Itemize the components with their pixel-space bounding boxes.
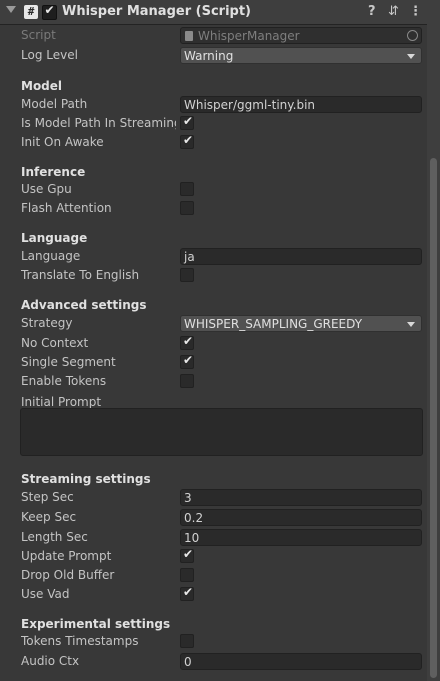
script-file-icon: [185, 31, 193, 41]
model-path-input[interactable]: Whisper/ggml-tiny.bin: [180, 96, 422, 113]
log-level-value: Warning: [184, 49, 234, 63]
script-icon: #: [24, 5, 38, 19]
experimental-heading: Experimental settings: [21, 617, 171, 631]
single-segment-row: Single Segment ✔: [0, 353, 422, 372]
log-level-row: Log Level Warning: [0, 47, 422, 65]
vertical-scrollbar[interactable]: [427, 24, 440, 681]
dropdown-arrow-icon: [407, 322, 415, 327]
update-prompt-label: Update Prompt: [21, 549, 112, 563]
foldout-arrow-icon[interactable]: [6, 6, 16, 13]
no-context-label: No Context: [21, 336, 89, 350]
flash-attention-row: Flash Attention: [0, 200, 422, 218]
model-path-label: Model Path: [21, 97, 88, 111]
init-on-awake-checkbox[interactable]: ✔: [180, 133, 194, 149]
use-gpu-row: Use Gpu: [0, 181, 422, 199]
checkmark-icon: ✔: [44, 3, 55, 17]
length-sec-label: Length Sec: [21, 530, 88, 544]
enable-tokens-checkbox[interactable]: [180, 374, 194, 388]
scrollbar-thumb[interactable]: [430, 158, 437, 678]
streaming-assets-checkbox[interactable]: ✔: [180, 114, 194, 130]
script-label: Script: [21, 28, 56, 42]
length-sec-input[interactable]: 10: [180, 529, 422, 546]
streaming-heading: Streaming settings: [21, 472, 151, 486]
update-prompt-checkbox[interactable]: ✔: [180, 547, 194, 563]
keep-sec-row: Keep Sec 0.2: [0, 509, 422, 527]
checkmark-icon: ✔: [182, 114, 194, 128]
audio-ctx-label: Audio Ctx: [21, 654, 80, 668]
translate-checkbox[interactable]: [180, 268, 194, 282]
more-options-icon[interactable]: ⋮: [409, 4, 422, 19]
script-object-field: WhisperManager: [180, 27, 422, 44]
strategy-value: WHISPER_SAMPLING_GREEDY: [184, 317, 363, 331]
tokens-timestamps-checkbox[interactable]: [180, 634, 194, 648]
initial-prompt-textarea[interactable]: [20, 408, 423, 456]
no-context-checkbox[interactable]: ✔: [180, 334, 194, 350]
flash-attention-label: Flash Attention: [21, 201, 112, 215]
step-sec-label: Step Sec: [21, 490, 74, 504]
language-row: Language ja: [0, 248, 422, 266]
component-title: Whisper Manager (Script): [62, 4, 251, 19]
drop-old-buffer-row: Drop Old Buffer: [0, 567, 422, 585]
preset-settings-icon[interactable]: ⇵: [388, 4, 399, 19]
strategy-dropdown[interactable]: WHISPER_SAMPLING_GREEDY: [180, 315, 422, 332]
single-segment-label: Single Segment: [21, 355, 116, 369]
translate-row: Translate To English: [0, 267, 422, 285]
strategy-label: Strategy: [21, 316, 73, 330]
checkmark-icon: ✔: [182, 334, 194, 348]
translate-label: Translate To English: [21, 268, 140, 282]
use-vad-row: Use Vad ✔: [0, 585, 422, 604]
step-sec-row: Step Sec 3: [0, 489, 422, 507]
help-icon[interactable]: ?: [368, 4, 376, 19]
tokens-timestamps-label: Tokens Timestamps: [21, 634, 139, 648]
use-gpu-label: Use Gpu: [21, 182, 72, 196]
inference-heading: Inference: [21, 165, 86, 179]
length-sec-row: Length Sec 10: [0, 529, 422, 547]
script-value: WhisperManager: [198, 29, 300, 43]
update-prompt-row: Update Prompt ✔: [0, 547, 422, 566]
use-vad-label: Use Vad: [21, 587, 70, 601]
use-gpu-checkbox[interactable]: [180, 182, 194, 196]
log-level-dropdown[interactable]: Warning: [180, 47, 422, 64]
checkmark-icon: ✔: [182, 547, 194, 561]
object-picker-icon: [407, 30, 418, 41]
no-context-row: No Context ✔: [0, 334, 422, 353]
log-level-label: Log Level: [21, 48, 78, 62]
advanced-heading: Advanced settings: [21, 298, 147, 312]
init-on-awake-row: Init On Awake ✔: [0, 133, 422, 152]
language-heading: Language: [21, 231, 88, 245]
tokens-timestamps-row: Tokens Timestamps: [0, 633, 422, 651]
drop-old-buffer-checkbox[interactable]: [180, 568, 194, 582]
keep-sec-label: Keep Sec: [21, 510, 77, 524]
language-input[interactable]: ja: [180, 248, 422, 265]
component-header: # ✔ Whisper Manager (Script) ? ⇵ ⋮: [0, 0, 440, 25]
drop-old-buffer-label: Drop Old Buffer: [21, 568, 115, 582]
use-vad-checkbox[interactable]: ✔: [180, 585, 194, 601]
flash-attention-checkbox[interactable]: [180, 201, 194, 215]
keep-sec-input[interactable]: 0.2: [180, 509, 422, 526]
init-on-awake-label: Init On Awake: [21, 135, 104, 149]
initial-prompt-label: Initial Prompt: [21, 395, 102, 409]
model-heading: Model: [21, 79, 63, 93]
step-sec-input[interactable]: 3: [180, 489, 422, 506]
streaming-assets-label: Is Model Path In Streaming A: [21, 116, 176, 130]
streaming-assets-row: Is Model Path In Streaming A ✔: [0, 114, 422, 133]
component-enabled-checkbox[interactable]: ✔: [42, 3, 57, 20]
model-path-row: Model Path Whisper/ggml-tiny.bin: [0, 96, 422, 114]
enable-tokens-label: Enable Tokens: [21, 374, 107, 388]
dropdown-arrow-icon: [407, 54, 415, 59]
audio-ctx-row: Audio Ctx 0: [0, 653, 422, 671]
script-row: Script WhisperManager: [0, 27, 422, 45]
checkmark-icon: ✔: [182, 133, 194, 147]
language-label: Language: [21, 249, 81, 263]
enable-tokens-row: Enable Tokens: [0, 373, 422, 391]
audio-ctx-input[interactable]: 0: [180, 653, 422, 670]
checkmark-icon: ✔: [182, 585, 194, 599]
checkmark-icon: ✔: [182, 353, 194, 367]
strategy-row: Strategy WHISPER_SAMPLING_GREEDY: [0, 315, 422, 333]
single-segment-checkbox[interactable]: ✔: [180, 353, 194, 369]
